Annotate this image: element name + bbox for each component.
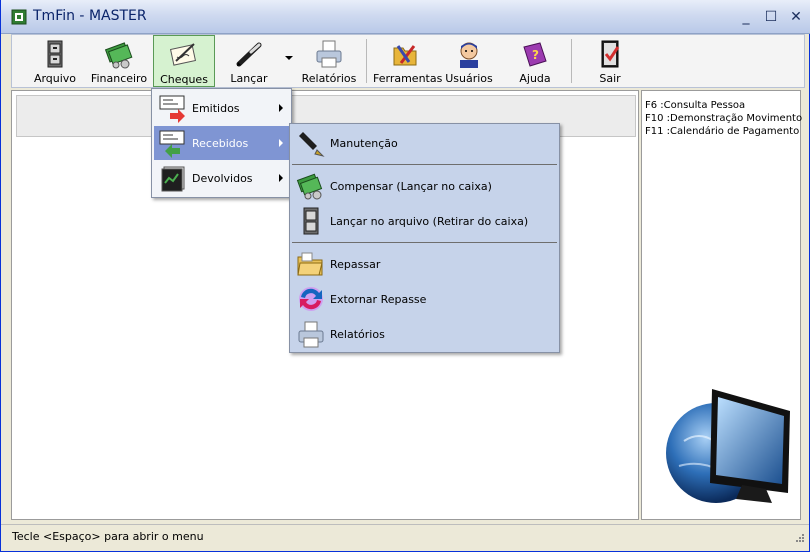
toolbar-financeiro-button[interactable]: Financeiro xyxy=(90,35,148,87)
tools-icon xyxy=(393,45,417,66)
menu-separator xyxy=(292,242,557,243)
menu-item-label: Repassar xyxy=(330,258,381,271)
submenu-arrow-icon xyxy=(279,104,283,112)
toolbar-separator xyxy=(571,39,572,83)
menu-item-label: Lançar no arquivo (Retirar do caixa) xyxy=(330,215,529,228)
menu-item-label: Extornar Repasse xyxy=(330,293,427,306)
cabinet-icon xyxy=(303,207,319,235)
fountain-pen-icon xyxy=(299,132,325,157)
cheque-pen-icon xyxy=(169,43,197,66)
svg-text:?: ? xyxy=(532,48,539,62)
menu-item-label: Emitidos xyxy=(192,102,240,115)
lancar-dropdown-arrow[interactable] xyxy=(285,56,293,60)
menu-item-label: Compensar (Lançar no caixa) xyxy=(330,180,492,193)
toolbar-label: Ferramentas xyxy=(373,72,443,85)
exit-door-icon xyxy=(601,40,620,68)
cabinet-icon xyxy=(47,40,63,68)
submenu-arrow-icon xyxy=(279,174,283,182)
toolbar-label: Lançar xyxy=(230,72,268,85)
side-panel: F6 :Consulta Pessoa F10 :Demonstração Mo… xyxy=(641,90,802,520)
hotkey-calendario-pagamento[interactable]: F11 :Calendário de Pagamento xyxy=(645,126,799,137)
maximize-button[interactable]: ☐ xyxy=(762,9,780,25)
money-icon xyxy=(296,173,323,200)
status-bar: Tecle <Espaço> para abrir o menu xyxy=(1,524,809,548)
help-book-icon: ? xyxy=(523,42,547,67)
menu-item-compensar[interactable]: Compensar (Lançar no caixa) xyxy=(292,169,557,203)
toolbar-label: Cheques xyxy=(160,73,208,86)
app-icon xyxy=(11,9,27,25)
cheques-menu: Emitidos Recebidos Devolvidos xyxy=(151,88,292,198)
toolbar-usuarios-button[interactable]: Usuários xyxy=(442,35,496,87)
toolbar: Arquivo Financeiro Cheques Lançar Relató… xyxy=(11,34,805,88)
menu-item-lancar-arquivo[interactable]: Lançar no arquivo (Retirar do caixa) xyxy=(292,204,557,238)
menu-item-devolvidos[interactable]: Devolvidos xyxy=(154,161,289,195)
cheque-out-icon xyxy=(159,95,185,123)
menu-item-manutencao[interactable]: Manutenção xyxy=(292,126,557,160)
toolbar-arquivo-button[interactable]: Arquivo xyxy=(28,35,82,87)
recebidos-submenu: Manutenção Compensar (Lançar no caixa) L… xyxy=(289,123,560,353)
user-icon xyxy=(460,42,478,68)
minimize-button[interactable]: _ xyxy=(737,9,755,25)
toolbar-label: Ajuda xyxy=(519,72,551,85)
toolbar-label: Relatórios xyxy=(301,72,357,85)
toolbar-sair-button[interactable]: Sair xyxy=(584,35,636,87)
money-icon xyxy=(104,42,133,69)
hotkey-demonstracao-movimento[interactable]: F10 :Demonstração Movimento xyxy=(645,113,802,124)
window-title: TmFin - MASTER xyxy=(33,8,147,24)
title-bar[interactable]: TmFin - MASTER _ ☐ ✕ xyxy=(1,0,810,34)
folders-icon xyxy=(297,252,323,276)
toolbar-label: Financeiro xyxy=(90,72,148,85)
close-button[interactable]: ✕ xyxy=(787,9,805,25)
menu-item-repassar[interactable]: Repassar xyxy=(292,247,557,281)
toolbar-label: Sair xyxy=(599,72,621,85)
menu-item-label: Recebidos xyxy=(192,137,249,150)
toolbar-separator xyxy=(366,39,367,83)
resize-grip-icon[interactable] xyxy=(795,533,805,543)
toolbar-lancar-button[interactable]: Lançar xyxy=(222,35,276,87)
toolbar-cheques-button[interactable]: Cheques xyxy=(153,35,215,87)
printer-icon xyxy=(298,321,324,348)
menu-item-emitidos[interactable]: Emitidos xyxy=(154,91,289,125)
menu-item-label: Manutenção xyxy=(330,137,398,150)
menu-item-recebidos[interactable]: Recebidos xyxy=(154,126,289,160)
menu-item-label: Devolvidos xyxy=(192,172,253,185)
submenu-arrow-icon xyxy=(279,139,283,147)
menu-item-relatorios[interactable]: Relatórios xyxy=(292,317,557,351)
menu-separator xyxy=(292,164,557,165)
menu-item-extornar-repasse[interactable]: Extornar Repasse xyxy=(292,282,557,316)
hotkey-consulta-pessoa[interactable]: F6 :Consulta Pessoa xyxy=(645,100,745,111)
menu-item-label: Relatórios xyxy=(330,328,385,341)
cheque-in-icon xyxy=(159,130,185,158)
cheque-return-icon xyxy=(161,166,185,192)
toolbar-ferramentas-button[interactable]: Ferramentas xyxy=(373,35,443,87)
toolbar-ajuda-button[interactable]: ? Ajuda xyxy=(509,35,561,87)
printer-icon xyxy=(316,40,342,68)
globe-monitor-image xyxy=(666,389,790,503)
toolbar-relatorios-button[interactable]: Relatórios xyxy=(300,35,358,87)
pen-icon xyxy=(236,42,262,67)
toolbar-label: Usuários xyxy=(445,72,493,85)
refresh-icon xyxy=(299,287,323,311)
toolbar-label: Arquivo xyxy=(33,72,77,85)
status-text: Tecle <Espaço> para abrir o menu xyxy=(12,530,204,543)
